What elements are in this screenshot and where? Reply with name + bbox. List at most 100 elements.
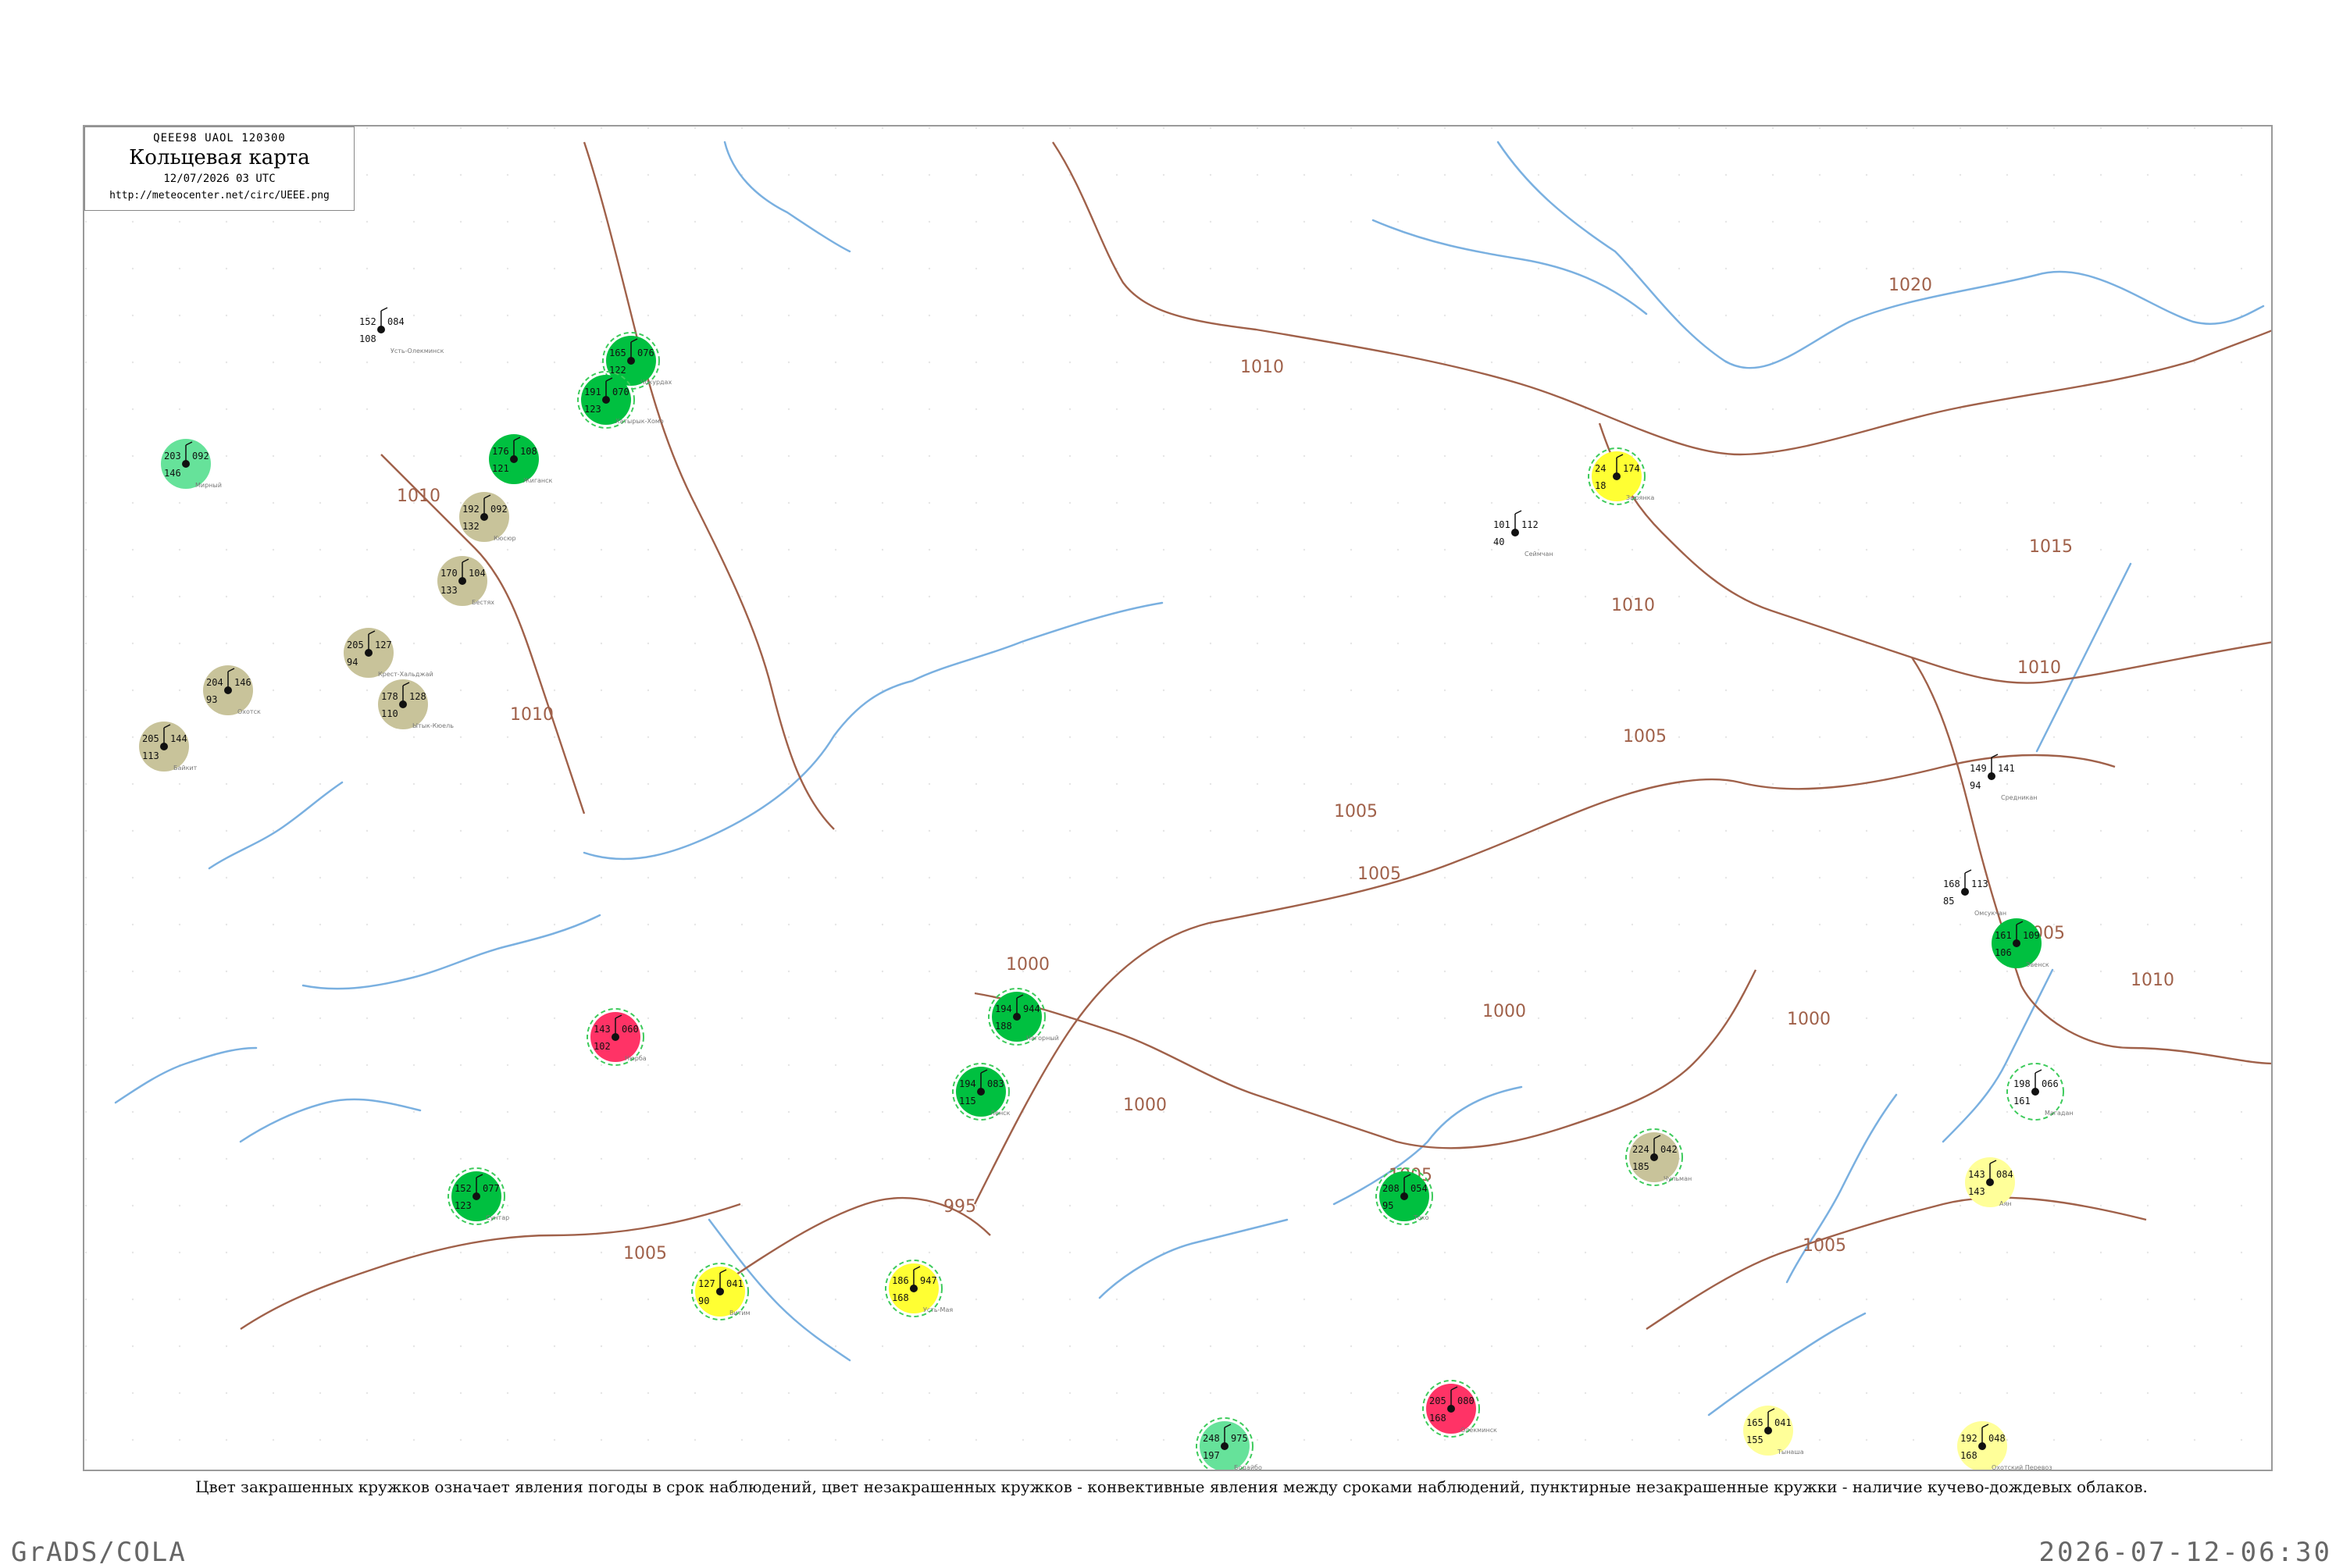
bulletin-code: QEEE98 UAOL 120300 (153, 132, 286, 144)
pressure-value: 060 (622, 1024, 639, 1035)
station-name: Сунтар (486, 1214, 509, 1221)
temperature-value: 224 (1632, 1144, 1649, 1155)
pressure-value: 112 (1521, 519, 1539, 530)
isobar-value-label: 1000 (1787, 1010, 1831, 1029)
observation-datetime: 12/07/2026 03 UTC (163, 173, 276, 185)
pressure-value: 066 (2042, 1078, 2059, 1089)
temperature-value: 101 (1493, 519, 1510, 530)
pressure-value: 041 (726, 1278, 744, 1289)
pressure-value: 944 (1023, 1003, 1040, 1014)
station-name: Кюсюр (494, 535, 516, 542)
dewpoint-value: 85 (1943, 896, 1954, 907)
dewpoint-value: 40 (1493, 536, 1504, 547)
render-timestamp: 2026-07-12-06:30 (2038, 1537, 2332, 1568)
station-plot: 143 084 143 Аян (1965, 1157, 2015, 1207)
dewpoint-value: 102 (594, 1041, 611, 1052)
station-name: Ытык-Кюель (412, 722, 454, 729)
temperature-value: 205 (347, 640, 364, 650)
dewpoint-value: 113 (142, 750, 159, 761)
dewpoint-value: 168 (892, 1292, 909, 1303)
pressure-value: 146 (234, 677, 251, 688)
pressure-value: 041 (1774, 1417, 1792, 1428)
dewpoint-value: 93 (206, 694, 217, 705)
isobar-value-label: 1005 (1623, 727, 1667, 747)
station-name: Токо (1413, 1214, 1429, 1221)
dewpoint-value: 108 (359, 333, 376, 344)
temperature-value: 192 (462, 504, 480, 515)
temperature-value: 168 (1943, 878, 1960, 889)
temperature-value: 194 (995, 1003, 1012, 1014)
pressure-value: 109 (2023, 930, 2040, 941)
temperature-value: 143 (594, 1024, 611, 1035)
map-legend-box: QEEE98 UAOL 120300 Кольцевая карта 12/07… (84, 127, 355, 211)
dewpoint-value: 123 (455, 1200, 472, 1211)
isobar-value-label: 1005 (1803, 1236, 1846, 1256)
station-name: Тынаша (1777, 1449, 1804, 1456)
dewpoint-value: 143 (1968, 1186, 1985, 1197)
station-name: Эвенск (2026, 961, 2049, 968)
pressure-value: 144 (170, 733, 187, 744)
temperature-value: 127 (698, 1278, 715, 1289)
dewpoint-value: 188 (995, 1021, 1012, 1032)
pressure-value: 048 (1988, 1433, 2006, 1444)
temperature-value: 186 (892, 1275, 909, 1286)
temperature-value: 143 (1968, 1169, 1985, 1180)
temperature-value: 194 (959, 1078, 976, 1089)
dewpoint-value: 133 (440, 585, 458, 596)
station-name: Чокурдах (640, 379, 672, 386)
isobar-value-label: 1010 (2131, 971, 2174, 990)
dewpoint-value: 106 (1995, 947, 2012, 958)
pressure-value: 108 (520, 446, 537, 457)
synoptic-map: 1020 1010 1015 1010 1010 1005 1005 1010 1010 1005… (83, 125, 2273, 1471)
temperature-value: 205 (1429, 1395, 1446, 1406)
dewpoint-value: 95 (1382, 1200, 1393, 1211)
pressure-value: 084 (387, 316, 405, 327)
pressure-value: 054 (1410, 1183, 1428, 1194)
map-title: Кольцевая карта (129, 146, 310, 169)
station-name: Бестях (472, 599, 494, 606)
station-name: Байкит (173, 764, 198, 772)
station-name: Охотский Перевоз (1992, 1464, 2052, 1471)
legend-caption: Цвет закрашенных кружков означает явлени… (195, 1477, 2148, 1496)
dewpoint-value: 90 (698, 1295, 709, 1306)
dewpoint-value: 197 (1203, 1450, 1220, 1461)
pressure-value: 128 (409, 691, 426, 702)
station-name: Охотск (237, 708, 261, 715)
pressure-value: 113 (1971, 878, 1988, 889)
dewpoint-value: 146 (164, 468, 181, 479)
pressure-value: 092 (490, 504, 508, 515)
station-name: Нагорный (1026, 1035, 1059, 1042)
temperature-value: 178 (381, 691, 398, 702)
pressure-value: 947 (920, 1275, 937, 1286)
station-name: Крест-Хальджай (378, 671, 433, 678)
station-name: Мирный (195, 482, 222, 489)
station-name: Витим (729, 1310, 751, 1317)
station-name: Магадан (2045, 1110, 2074, 1117)
pressure-value: 174 (1623, 463, 1640, 474)
pressure-value: 077 (483, 1183, 500, 1194)
dewpoint-value: 94 (1970, 780, 1981, 791)
isobar-value-label: 1010 (2017, 658, 2061, 678)
isobar-value-label: 1005 (623, 1244, 667, 1263)
pressure-value: 076 (637, 347, 654, 358)
dewpoint-value: 185 (1632, 1161, 1649, 1172)
software-credit: GrADS/COLA (11, 1537, 187, 1568)
isobar-value-label: 1000 (1482, 1002, 1526, 1021)
isobar-value-label: 1010 (1240, 358, 1284, 377)
station-name: Хатырык-Хомо (615, 418, 664, 425)
pressure-value: 127 (375, 640, 392, 650)
dewpoint-value: 121 (492, 463, 509, 474)
station-name: Бодайбо (1234, 1464, 1262, 1471)
isobar-value-label: 1000 (1123, 1096, 1167, 1115)
station-name: Нюрба (625, 1055, 647, 1062)
temperature-value: 24 (1595, 463, 1606, 474)
station-name: Зырянка (1626, 494, 1654, 501)
isobar-value-label: 1000 (1006, 955, 1050, 975)
pressure-value: 070 (612, 387, 629, 397)
pressure-value: 104 (469, 568, 486, 579)
dewpoint-value: 168 (1960, 1450, 1977, 1461)
station-name: Омсукчан (1974, 910, 2006, 917)
station-name: Ленск (990, 1110, 1011, 1117)
temperature-value: 205 (142, 733, 159, 744)
pressure-value: 080 (1457, 1395, 1475, 1406)
